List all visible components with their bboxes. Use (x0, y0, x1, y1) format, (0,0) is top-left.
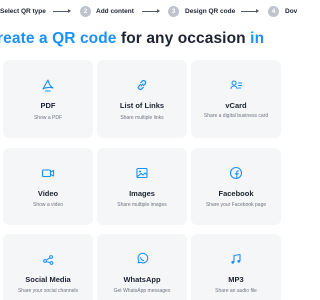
card-description: Share multiple images (117, 202, 167, 208)
pdf-icon: PDF (42, 79, 54, 92)
step-select-qr-type[interactable]: Select QR type (0, 8, 46, 15)
page-title: reate a QR code for any occasion in (0, 30, 317, 48)
arrow-right-icon (241, 9, 259, 13)
qr-type-card-mp3[interactable]: MP3 Share an audio file (191, 234, 281, 300)
card-description: Get WhatsApp messages (113, 288, 171, 294)
social-media-icon (43, 255, 54, 265)
music-icon (231, 253, 241, 264)
qr-type-card-social-media[interactable]: Social Media Share your social channels (3, 234, 93, 300)
qr-type-card-video[interactable]: Video Show a video (3, 148, 93, 225)
arrow-right-icon (53, 9, 71, 13)
arrow-right-icon (142, 9, 160, 13)
card-description: Share your social channels (17, 288, 79, 294)
card-description: Share an audio file (215, 288, 257, 294)
step-download[interactable]: Dov (285, 8, 297, 15)
link-icon (137, 80, 147, 90)
qr-type-card-pdf[interactable]: PDF PDF Show a PDF (3, 60, 93, 138)
qr-type-card-whatsapp[interactable]: WhatsApp Get WhatsApp messages (97, 234, 187, 300)
title-highlight: reate a QR code (0, 30, 117, 47)
video-icon (41, 169, 55, 178)
qr-type-card-facebook[interactable]: Facebook Share your Facebook page (191, 148, 281, 225)
step-design-qr-code[interactable]: Design QR code (185, 8, 235, 15)
step-number-3: 3 (168, 6, 179, 17)
card-description: Show a PDF (33, 115, 63, 121)
card-description: Share your Facebook page (205, 202, 267, 208)
step-number-4: 4 (268, 6, 279, 17)
step-number-2: 2 (80, 6, 91, 17)
card-title: Social Media (25, 275, 71, 284)
card-title: MP3 (228, 275, 244, 284)
card-title: List of Links (119, 101, 165, 110)
qr-type-card-images[interactable]: Images Share multiple images (97, 148, 187, 225)
title-text: for any occasion (120, 30, 246, 47)
whatsapp-icon (137, 252, 149, 264)
svg-text:PDF: PDF (45, 89, 51, 92)
card-title: WhatsApp (123, 275, 161, 284)
card-title: Facebook (218, 189, 254, 198)
card-title: Video (37, 189, 59, 198)
qr-type-card-vcard[interactable]: vCard Share a digital business card (191, 60, 281, 138)
facebook-icon (229, 166, 243, 180)
card-title: Images (129, 189, 155, 198)
images-icon (136, 167, 148, 179)
card-description: Share multiple links (120, 115, 164, 121)
card-title: vCard (225, 101, 247, 110)
step-add-content[interactable]: Add content (96, 8, 134, 15)
card-title: PDF (40, 101, 56, 110)
vcard-icon (230, 80, 243, 90)
card-description: Show a video (32, 202, 64, 208)
card-description: Share a digital business card (203, 113, 269, 119)
qr-type-card-list-of-links[interactable]: List of Links Share multiple links (97, 60, 187, 138)
progress-stepper: Select QR type 2 Add content 3 Design QR… (0, 6, 300, 24)
title-highlight-end: in (250, 30, 265, 47)
